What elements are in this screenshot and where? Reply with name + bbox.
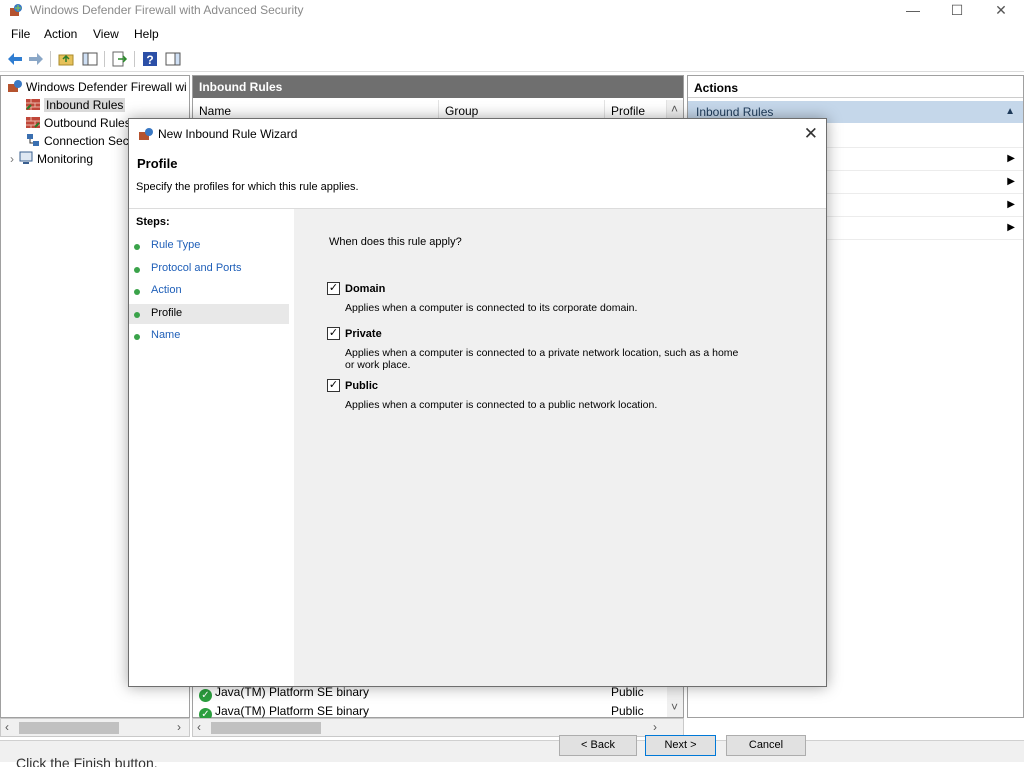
scroll-down-icon[interactable]: ˅ (671, 700, 678, 714)
export-list-icon[interactable] (109, 49, 129, 69)
back-arrow-icon[interactable] (5, 49, 25, 69)
step-status-icon (134, 334, 140, 340)
enabled-check-icon: ✓ (199, 689, 212, 702)
table-row[interactable]: ✓ Java(TM) Platform SE binary Public (199, 685, 659, 703)
step-profile[interactable]: Profile (129, 304, 289, 324)
step-status-icon (134, 267, 140, 273)
next-button[interactable]: Next > (645, 735, 716, 756)
tree-horizontal-scrollbar[interactable]: ‹ › (0, 718, 190, 737)
firewall-icon (8, 80, 22, 92)
steps-panel: Steps: Rule Type Protocol and Ports Acti… (129, 209, 292, 686)
column-header-profile[interactable]: Profile (605, 100, 667, 120)
inbound-rules-icon (26, 99, 40, 110)
maximize-button[interactable]: ☐ (934, 0, 980, 22)
public-label[interactable]: Public (345, 380, 378, 392)
domain-label[interactable]: Domain (345, 283, 385, 295)
window-title: Windows Defender Firewall with Advanced … (30, 3, 304, 17)
help-icon[interactable]: ? (140, 49, 160, 69)
up-folder-icon[interactable] (56, 49, 76, 69)
scroll-right-icon[interactable]: › (653, 720, 657, 734)
wizard-content: When does this rule apply? ✓ Domain Appl… (294, 209, 826, 756)
tree-root[interactable]: Windows Defender Firewall witl (7, 79, 187, 95)
page-title: Profile (137, 156, 178, 171)
scroll-right-icon[interactable]: › (177, 720, 181, 734)
monitoring-icon (19, 151, 33, 164)
dialog-title: New Inbound Rule Wizard (158, 127, 298, 141)
new-inbound-rule-wizard: New Inbound Rule Wizard ✕ Profile Specif… (128, 118, 827, 756)
submenu-arrow-icon: ▶ (1007, 222, 1015, 233)
title-bar: Windows Defender Firewall with Advanced … (0, 0, 1024, 22)
menu-bar: File Action View Help (0, 25, 1024, 45)
expand-chevron-icon[interactable]: › (10, 152, 14, 166)
firewall-app-icon (10, 4, 22, 16)
step-action[interactable]: Action (129, 281, 289, 301)
panel-title: Inbound Rules (193, 76, 683, 98)
private-description: Applies when a computer is connected to … (345, 347, 739, 371)
collapse-arrow-icon[interactable]: ▲ (1005, 106, 1015, 117)
steps-heading: Steps: (136, 216, 170, 228)
menu-view[interactable]: View (93, 27, 119, 41)
domain-description: Applies when a computer is connected to … (345, 302, 638, 314)
close-icon[interactable]: ✕ (804, 124, 818, 144)
submenu-arrow-icon: ▶ (1007, 176, 1015, 187)
outbound-rules-icon (26, 117, 40, 128)
instruction-caption: Click the Finish button. (16, 755, 158, 767)
scroll-left-icon[interactable]: ‹ (197, 720, 201, 734)
submenu-arrow-icon: ▶ (1007, 153, 1015, 164)
forward-arrow-icon[interactable] (26, 49, 46, 69)
minimize-button[interactable]: — (890, 0, 936, 22)
public-checkbox[interactable]: ✓ (327, 379, 340, 392)
menu-action[interactable]: Action (44, 27, 77, 41)
dialog-title-bar: New Inbound Rule Wizard ✕ (129, 119, 826, 149)
menu-help[interactable]: Help (134, 27, 159, 41)
menu-file[interactable]: File (11, 27, 30, 41)
column-header-name[interactable]: Name (193, 100, 439, 120)
step-rule-type[interactable]: Rule Type (129, 236, 289, 256)
public-description: Applies when a computer is connected to … (345, 399, 658, 411)
scroll-up-icon[interactable]: ˄ (671, 102, 678, 116)
column-header-group[interactable]: Group (439, 100, 605, 120)
actions-title: Actions (688, 76, 1023, 98)
connection-security-icon (27, 134, 39, 146)
toolbar: ? (0, 47, 1024, 72)
firewall-icon (139, 128, 153, 140)
show-hide-tree-icon[interactable] (80, 49, 100, 69)
svg-text:?: ? (146, 53, 153, 67)
domain-checkbox[interactable]: ✓ (327, 282, 340, 295)
scroll-thumb[interactable] (19, 722, 119, 734)
back-button[interactable]: < Back (559, 735, 637, 756)
step-protocol-and-ports[interactable]: Protocol and Ports (129, 259, 289, 279)
scroll-thumb[interactable] (211, 722, 321, 734)
tree-item-inbound-rules[interactable]: Inbound Rules (25, 97, 189, 113)
cancel-button[interactable]: Cancel (726, 735, 806, 756)
question-label: When does this rule apply? (329, 236, 462, 248)
step-status-icon (134, 289, 140, 295)
private-checkbox[interactable]: ✓ (327, 327, 340, 340)
step-status-icon (134, 244, 140, 250)
private-label[interactable]: Private (345, 328, 382, 340)
close-button[interactable]: ✕ (978, 0, 1024, 22)
page-description: Specify the profiles for which this rule… (136, 181, 359, 193)
submenu-arrow-icon: ▶ (1007, 199, 1015, 210)
scroll-left-icon[interactable]: ‹ (5, 720, 9, 734)
show-hide-action-pane-icon[interactable] (163, 49, 183, 69)
step-status-icon (134, 312, 140, 318)
step-name[interactable]: Name (129, 326, 289, 346)
